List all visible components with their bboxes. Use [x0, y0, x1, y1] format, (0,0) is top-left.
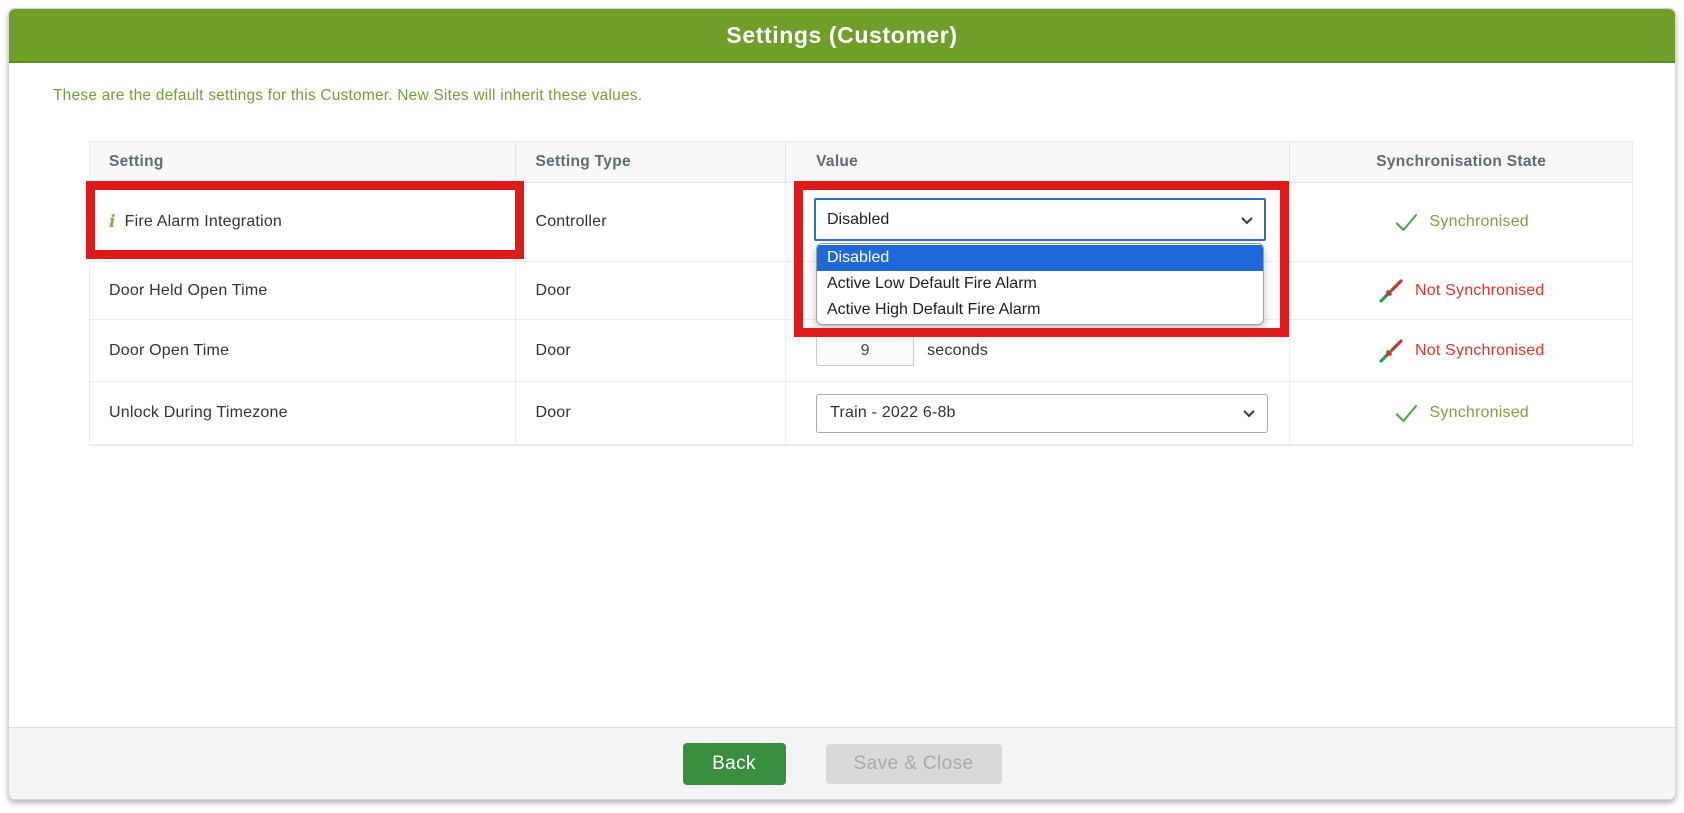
settings-dialog: Settings (Customer) These are the defaul… [8, 8, 1676, 800]
value-cell: seconds [786, 320, 1291, 381]
table-row-unlock-during-timezone: Unlock During Timezone Door Train - 2022… [90, 382, 1632, 445]
timezone-select[interactable]: Train - 2022 6-8b [816, 393, 1269, 433]
sync-state-label: Synchronised [1429, 213, 1529, 230]
sync-state-cell: Not Synchronised [1290, 320, 1632, 381]
synchronised-check-icon [1395, 213, 1417, 231]
column-header-setting-type: Setting Type [516, 142, 787, 182]
synchronised-check-icon [1395, 404, 1417, 422]
sync-state-label: Not Synchronised [1414, 281, 1545, 299]
back-button[interactable]: Back [682, 742, 786, 785]
sync-state-cell: Not Synchronised [1290, 262, 1632, 319]
table-header-row: Setting Setting Type Value Synchronisati… [90, 142, 1632, 183]
setting-label: Fire Alarm Integration [124, 213, 283, 230]
door-open-time-input[interactable] [816, 335, 915, 366]
dropdown-option-active-low[interactable]: Active Low Default Fire Alarm [817, 271, 1263, 297]
setting-cell: Door Held Open Time [90, 262, 517, 319]
value-cell: Train - 2022 6-8b [786, 382, 1291, 444]
sync-state-cell: Synchronised [1290, 382, 1632, 444]
column-header-setting: Setting [90, 142, 517, 182]
dialog-footer: Back Save & Close [9, 727, 1675, 799]
setting-cell: i Fire Alarm Integration [90, 183, 517, 261]
not-synchronised-icon [1379, 338, 1403, 363]
sync-state-cell: Synchronised [1290, 183, 1632, 261]
not-synchronised-icon [1379, 278, 1403, 303]
save-close-button[interactable]: Save & Close [825, 743, 1002, 784]
unit-label: seconds [927, 341, 989, 359]
timezone-select-value: Train - 2022 6-8b [830, 404, 956, 421]
chevron-down-icon [1243, 405, 1255, 418]
info-icon[interactable]: i [109, 213, 116, 231]
chevron-down-icon [1241, 212, 1253, 224]
fire-alarm-select[interactable]: Disabled [814, 198, 1266, 241]
sync-state-label: Not Synchronised [1414, 341, 1545, 359]
column-header-sync-state: Synchronisation State [1376, 153, 1547, 170]
column-header-value: Value [786, 142, 1291, 182]
setting-type-cell: Controller [516, 183, 787, 261]
sync-state-label: Synchronised [1429, 404, 1529, 421]
dropdown-option-active-high[interactable]: Active High Default Fire Alarm [817, 297, 1263, 323]
table-row-door-open-time: Door Open Time Door seconds Not Synchron… [90, 320, 1632, 382]
dialog-title-bar: Settings (Customer) [9, 9, 1675, 63]
page-title: Settings (Customer) [726, 21, 958, 48]
fire-alarm-select-dropdown: Disabled Active Low Default Fire Alarm A… [816, 243, 1264, 325]
setting-type-cell: Door [516, 382, 787, 444]
setting-cell: Unlock During Timezone [90, 382, 517, 444]
dropdown-option-disabled[interactable]: Disabled [817, 245, 1263, 271]
subtitle-text: These are the default settings for this … [53, 87, 643, 104]
fire-alarm-select-value: Disabled [827, 210, 890, 228]
setting-type-cell: Door [516, 320, 787, 381]
setting-cell: Door Open Time [90, 320, 517, 381]
setting-type-cell: Door [516, 262, 787, 319]
